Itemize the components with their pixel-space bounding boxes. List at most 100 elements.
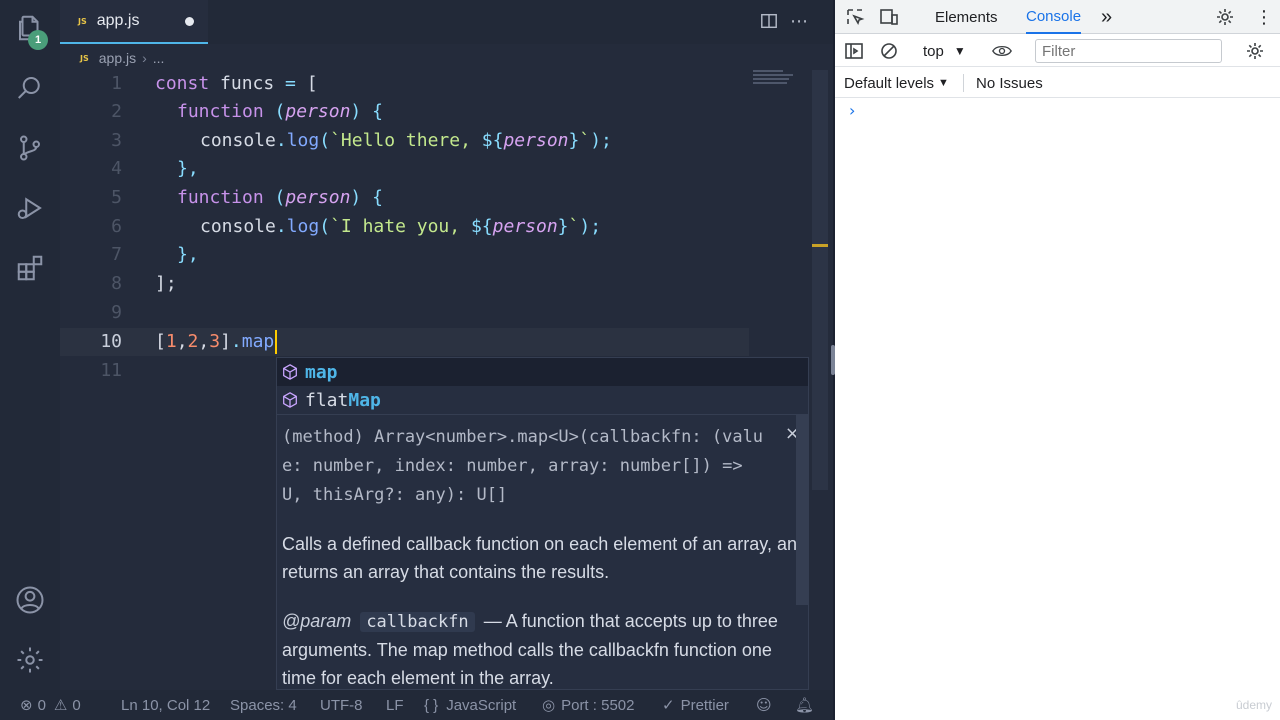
braces-icon: { } (424, 696, 439, 714)
param-name: callbackfn (360, 612, 475, 632)
context-selector[interactable]: top ▼ (923, 35, 966, 67)
code-line: 4 }, (60, 155, 820, 183)
line-number: 2 (111, 101, 122, 122)
code-text: [1,2,3].map (155, 328, 278, 356)
inspect-element-icon[interactable] (844, 6, 866, 28)
devtools-panel: Elements Console » ⋮ top▼ Default levels… (835, 0, 1280, 720)
tab-app-js[interactable]: JS app.js (60, 0, 208, 44)
language-mode[interactable]: { } JavaScript (424, 690, 516, 720)
line-number: 9 (111, 302, 122, 323)
tab-label: app.js (96, 12, 140, 29)
eye-icon[interactable] (991, 40, 1013, 62)
line-number: 3 (111, 130, 122, 151)
feedback-icon[interactable]: ☺ (756, 690, 772, 720)
settings-gear-icon[interactable] (1214, 6, 1236, 28)
vscode-window: 1 JS app.js ⋯ JS app.js › ... 1 const fu… (0, 0, 833, 720)
cube-icon (279, 363, 301, 381)
log-levels-dropdown[interactable]: Default levels ▼ (844, 68, 949, 98)
code-text: }, (177, 244, 199, 265)
dropdown-arrow-icon: ▼ (953, 44, 966, 58)
cursor-position[interactable]: Ln 10, Col 12 (121, 690, 210, 720)
prettier-status[interactable]: ✓ Prettier (662, 690, 729, 720)
more-tabs-icon[interactable]: » (1101, 0, 1112, 34)
code-line: 8 ]; (60, 270, 820, 298)
kebab-menu-icon[interactable]: ⋮ (1255, 0, 1273, 34)
split-editor-icon[interactable] (758, 10, 780, 32)
text-cursor (275, 330, 278, 354)
code-line: 1 const funcs = [ (60, 70, 820, 98)
code-line-current: 10 [1,2,3].map (60, 328, 749, 356)
live-server-port[interactable]: ◎ Port : 5502 (542, 690, 634, 720)
settings-gear-icon[interactable] (14, 644, 46, 676)
console-levels-bar: Default levels ▼ No Issues (835, 68, 1280, 98)
radio-icon: ◎ (542, 696, 556, 714)
tab-console[interactable]: Console (1026, 0, 1082, 34)
code-text: console.log(`I hate you, ${person}`); (200, 216, 602, 237)
issues-button[interactable]: No Issues (976, 68, 1043, 98)
line-number: 4 (111, 158, 122, 179)
code-text: }, (177, 158, 199, 179)
filter-input[interactable] (1035, 39, 1222, 63)
unsaved-dot-icon[interactable] (185, 17, 194, 26)
breadcrumb-separator: › (142, 50, 147, 66)
end-of-line[interactable]: LF (386, 690, 404, 720)
scroll-position-marker (812, 244, 828, 247)
code-line: 9 (60, 299, 820, 327)
breadcrumb: JS app.js › ... (80, 48, 164, 68)
divider (963, 74, 964, 92)
param-tag: @param (282, 611, 352, 631)
sidebar-toggle-icon[interactable] (843, 40, 865, 62)
warning-icon: ⚠ (53, 696, 68, 714)
source-control-icon[interactable] (14, 132, 46, 164)
line-number: 7 (111, 244, 122, 265)
cube-icon (279, 391, 301, 409)
doc-scrollbar[interactable] (796, 415, 808, 605)
param-doc: @param callbackfn — A function that acce… (282, 607, 807, 689)
error-icon: ⊗ (20, 696, 33, 714)
code-text: function (person) { (177, 101, 383, 122)
indentation[interactable]: Spaces: 4 (230, 690, 297, 720)
encoding[interactable]: UTF-8 (320, 690, 363, 720)
breadcrumb-more[interactable]: ... (153, 50, 165, 66)
code-line: 6 console.log(`I hate you, ${person}`); (60, 213, 820, 241)
run-debug-icon[interactable] (14, 192, 46, 224)
notifications-bell-icon[interactable]: 🔔︎ (795, 690, 814, 720)
more-actions-icon[interactable]: ⋯ (788, 10, 810, 32)
problems-indicator[interactable]: ⊗ 0 ⚠ 0 (20, 690, 81, 720)
autocomplete-suggestions: map flat Map (276, 357, 809, 415)
code-line: 7 }, (60, 241, 820, 269)
code-line: 2 function (person) { (60, 98, 820, 126)
suggestion-documentation: (method) Array<number>.map<U>(callbackfn… (276, 415, 809, 690)
activity-bar: 1 (0, 0, 60, 690)
status-bar: ⊗ 0 ⚠ 0 Ln 10, Col 12 Spaces: 4 UTF-8 LF {… (0, 690, 833, 720)
code-line: 3 console.log(`Hello there, ${person}`); (60, 127, 820, 155)
code-text: function (person) { (177, 187, 383, 208)
line-number: 1 (111, 73, 122, 94)
breadcrumb-file[interactable]: app.js (99, 50, 136, 66)
editor-scrollbar[interactable] (812, 70, 828, 490)
console-settings-gear-icon[interactable] (1244, 40, 1266, 62)
clear-console-icon[interactable] (878, 40, 900, 62)
param-description: — A function that accepts up to three ar… (282, 611, 778, 688)
line-number: 8 (111, 273, 122, 294)
minimap[interactable] (753, 70, 803, 90)
console-prompt[interactable]: › (849, 101, 855, 120)
line-number: 10 (100, 331, 122, 352)
account-icon[interactable] (14, 584, 46, 616)
search-icon[interactable] (14, 72, 46, 104)
code-text: const funcs = [ (155, 73, 318, 94)
suggestion-map[interactable]: map (277, 358, 808, 386)
extensions-icon[interactable] (14, 252, 46, 284)
editor-tab-bar: JS app.js ⋯ (60, 0, 833, 44)
code-text: ]; (155, 273, 177, 294)
tab-elements[interactable]: Elements (935, 0, 998, 34)
dropdown-arrow-icon: ▼ (938, 77, 949, 89)
method-description: Calls a defined callback function on eac… (282, 534, 807, 582)
line-number: 6 (111, 216, 122, 237)
js-file-icon: JS (78, 16, 87, 26)
line-number: 11 (100, 360, 122, 381)
line-number: 5 (111, 187, 122, 208)
devtools-tab-bar: Elements Console » ⋮ (835, 0, 1280, 34)
suggestion-flatmap[interactable]: flat Map (277, 386, 808, 414)
device-toolbar-icon[interactable] (878, 6, 900, 28)
